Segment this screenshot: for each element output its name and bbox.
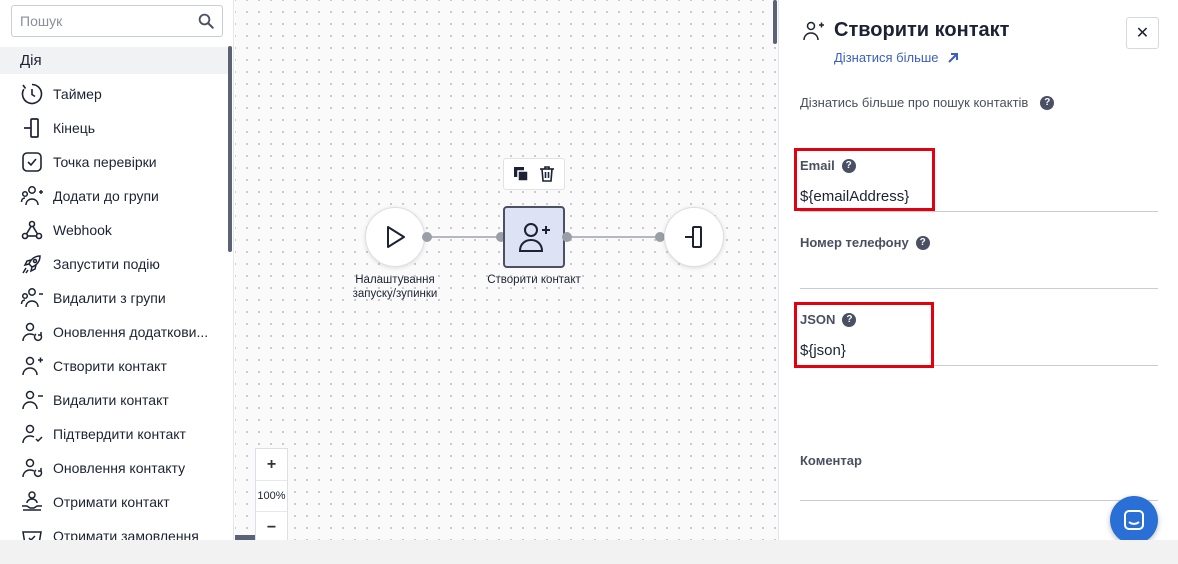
- sidebar-item-confirm-contact[interactable]: Підтвердити контакт: [0, 417, 228, 451]
- sidebar-item-timer[interactable]: Таймер: [0, 77, 228, 111]
- create-contact-icon: [803, 21, 824, 41]
- sidebar-item-create-contact[interactable]: Створити контакт: [0, 349, 228, 383]
- checkpoint-icon: [20, 150, 44, 174]
- create-contact-icon: [518, 223, 550, 252]
- bottom-bar: [0, 540, 1178, 564]
- contact-search-info[interactable]: Дізнатись більше про пошук контактів ?: [800, 95, 1055, 110]
- app-window: Дія Таймер Кінець Точка перевірки Додати…: [0, 0, 1178, 544]
- node-toolbar: [503, 158, 565, 190]
- panel-title: Створити контакт: [834, 19, 1010, 41]
- close-button[interactable]: ✕: [1126, 17, 1159, 49]
- sidebar-item-update-additional[interactable]: Оновлення додаткови...: [0, 315, 228, 349]
- sidebar-item-label: Створити контакт: [53, 358, 167, 374]
- search-input[interactable]: [12, 6, 192, 36]
- workflow-canvas[interactable]: Налаштування запуску/зупинки Створити ко…: [235, 0, 778, 540]
- sidebar-item-label: Точка перевірки: [53, 154, 157, 170]
- email-field-underline: [800, 211, 1158, 212]
- close-icon: ✕: [1135, 25, 1150, 42]
- zoom-level: 100%: [256, 480, 287, 512]
- phone-field[interactable]: Номер телефону?: [800, 235, 1158, 289]
- end-icon: [685, 226, 702, 248]
- delete-contact-icon: [20, 388, 44, 412]
- learn-more-link[interactable]: Дізнатися більше: [834, 50, 959, 65]
- info-text: Дізнатись більше про пошук контактів: [800, 95, 1029, 110]
- help-icon[interactable]: ?: [1040, 95, 1055, 110]
- end-node[interactable]: [664, 207, 724, 267]
- sidebar-item-label: Оновлення додаткови...: [53, 324, 209, 340]
- confirm-contact-icon: [20, 422, 44, 446]
- learn-more-label: Дізнатися більше: [834, 50, 939, 65]
- update-additional-icon: [20, 320, 44, 344]
- start-stop-node[interactable]: [365, 207, 425, 267]
- action-list: Таймер Кінець Точка перевірки Додати до …: [0, 77, 228, 540]
- edge-start-to-create: [427, 236, 499, 238]
- sidebar-item-label: Запустити подію: [53, 256, 160, 272]
- start-node-label: Налаштування запуску/зупинки: [352, 274, 438, 300]
- rocket-icon: [20, 252, 44, 276]
- properties-panel: Створити контакт Дізнатися більше ✕ Дізн…: [778, 0, 1178, 544]
- sidebar-item-label: Отримати замовлення: [53, 528, 199, 540]
- get-contact-icon: [20, 490, 44, 514]
- copy-icon: [514, 167, 529, 182]
- sidebar-item-label: Таймер: [53, 86, 102, 102]
- create-contact-node[interactable]: [503, 206, 565, 268]
- start-node-output-port[interactable]: [422, 232, 432, 242]
- trash-icon: [540, 166, 554, 182]
- sidebar-item-label: Підтвердити контакт: [53, 426, 186, 442]
- comment-field-underline: [800, 500, 1158, 501]
- delete-node-button[interactable]: [536, 163, 558, 185]
- sidebar-scrollbar[interactable]: [228, 46, 232, 252]
- update-contact-icon: [20, 456, 44, 480]
- sidebar-item-checkpoint[interactable]: Точка перевірки: [0, 145, 228, 179]
- json-highlight-box: [794, 302, 934, 368]
- help-icon[interactable]: ?: [915, 235, 930, 250]
- search-icon[interactable]: [197, 12, 215, 30]
- sidebar-item-label: Оновлення контакту: [53, 460, 186, 476]
- sidebar-item-update-contact[interactable]: Оновлення контакту: [0, 451, 228, 485]
- sidebar-item-label: Webhook: [53, 222, 112, 238]
- zoom-out-button[interactable]: −: [256, 512, 287, 540]
- sidebar-item-trigger-event[interactable]: Запустити подію: [0, 247, 228, 281]
- edge-create-to-end: [567, 236, 661, 238]
- actions-sidebar: Дія Таймер Кінець Точка перевірки Додати…: [0, 0, 234, 540]
- search-box: [11, 5, 223, 37]
- comment-field[interactable]: Коментар: [800, 453, 1158, 501]
- sidebar-item-get-order[interactable]: Отримати замовлення: [0, 519, 228, 540]
- sidebar-item-delete-contact[interactable]: Видалити контакт: [0, 383, 228, 417]
- sidebar-item-get-contact[interactable]: Отримати контакт: [0, 485, 228, 519]
- sidebar-item-label: Отримати контакт: [53, 494, 170, 510]
- sidebar-item-label: Видалити контакт: [53, 392, 169, 408]
- category-header[interactable]: Дія: [0, 47, 228, 74]
- sidebar-item-add-to-group[interactable]: Додати до групи: [0, 179, 228, 213]
- sidebar-item-webhook[interactable]: Webhook: [0, 213, 228, 247]
- sidebar-item-end[interactable]: Кінець: [0, 111, 228, 145]
- zoom-in-button[interactable]: +: [256, 449, 287, 480]
- timer-icon: [20, 82, 44, 106]
- add-to-group-icon: [20, 184, 44, 208]
- sidebar-item-label: Видалити з групи: [53, 290, 166, 306]
- sidebar-item-label: Кінець: [53, 120, 96, 136]
- comment-field-label: Коментар: [800, 453, 862, 468]
- play-icon: [387, 226, 405, 248]
- webhook-icon: [20, 218, 44, 242]
- zoom-controls: + 100% −: [255, 448, 288, 540]
- chat-support-button[interactable]: [1110, 496, 1158, 544]
- duplicate-node-button[interactable]: [510, 163, 532, 185]
- sidebar-item-label: Додати до групи: [53, 188, 159, 204]
- phone-field-underline: [800, 288, 1158, 289]
- sidebar-item-remove-from-group[interactable]: Видалити з групи: [0, 281, 228, 315]
- email-highlight-box: [794, 148, 935, 211]
- chat-icon: [1124, 510, 1144, 530]
- canvas-vertical-scrollbar[interactable]: [773, 0, 777, 44]
- phone-field-label: Номер телефону?: [800, 235, 1158, 250]
- end-icon: [20, 116, 44, 140]
- external-link-icon: [947, 52, 958, 63]
- create-node-label: Створити контакт: [487, 274, 581, 286]
- remove-from-group-icon: [20, 286, 44, 310]
- get-order-icon: [20, 524, 44, 540]
- create-node-output-port[interactable]: [562, 232, 572, 242]
- create-contact-icon: [20, 354, 44, 378]
